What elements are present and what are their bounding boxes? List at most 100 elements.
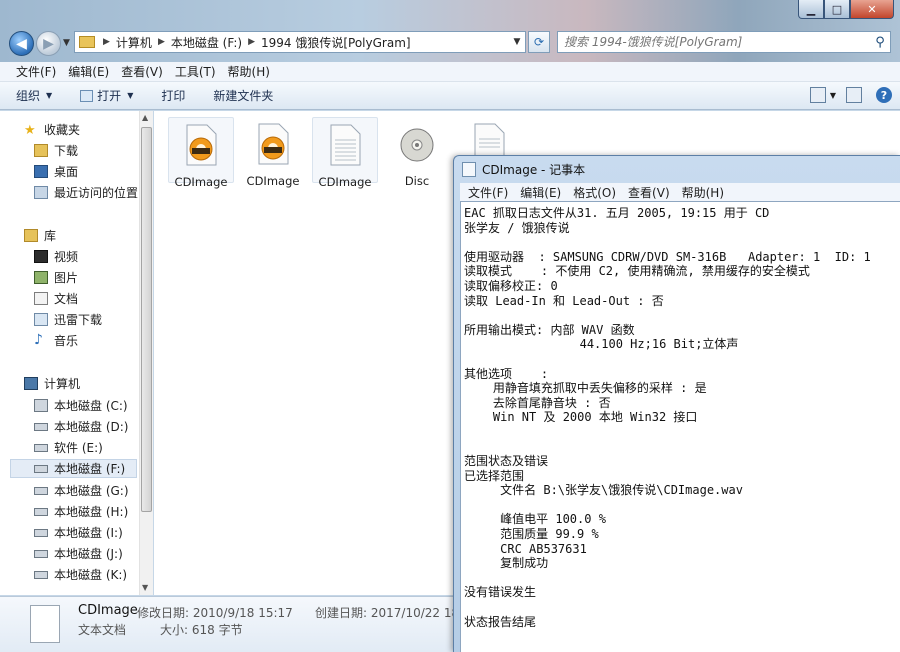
nav-item-label: 本地磁盘 (D:) bbox=[54, 420, 129, 434]
notepad-title: CDImage - 记事本 bbox=[482, 163, 586, 177]
maximize-button[interactable]: □ bbox=[824, 0, 850, 19]
scrollbar-thumb[interactable] bbox=[141, 127, 152, 512]
open-button[interactable]: 打开 ▼ bbox=[80, 87, 133, 104]
file-item[interactable]: CDImage bbox=[240, 117, 306, 188]
nav-item-pictures[interactable]: 图片 bbox=[34, 268, 152, 287]
change-view-icon[interactable] bbox=[809, 87, 826, 103]
notepad-icon bbox=[462, 162, 476, 177]
star-icon: ★ bbox=[24, 123, 36, 138]
text-file-icon bbox=[330, 124, 361, 166]
menu-edit[interactable]: 编辑(E) bbox=[68, 63, 109, 80]
file-item[interactable]: CDImage bbox=[168, 117, 234, 189]
folder-icon bbox=[34, 313, 48, 326]
breadcrumb-folder[interactable]: 1994 饿狼传说[PolyGram] bbox=[261, 34, 411, 51]
computer-icon bbox=[24, 377, 38, 390]
nav-item-recent[interactable]: 最近访问的位置 bbox=[34, 183, 152, 202]
notepad-menu-edit[interactable]: 编辑(E) bbox=[520, 184, 561, 201]
nav-item-drive-c[interactable]: 本地磁盘 (C:) bbox=[34, 396, 152, 415]
print-button[interactable]: 打印 bbox=[161, 87, 185, 104]
drive-icon bbox=[34, 507, 48, 516]
nav-item-label: 本地磁盘 (G:) bbox=[54, 484, 129, 498]
help-icon[interactable]: ? bbox=[876, 87, 892, 103]
nav-item-drive-j[interactable]: 本地磁盘 (J:) bbox=[34, 544, 152, 563]
notepad-menu-help[interactable]: 帮助(H) bbox=[682, 184, 724, 201]
new-folder-button[interactable]: 新建文件夹 bbox=[213, 87, 273, 104]
chevron-down-icon[interactable]: ▼ bbox=[830, 91, 836, 100]
nav-item-videos[interactable]: 视频 bbox=[34, 247, 152, 266]
nav-item-drive-f[interactable]: 本地磁盘 (F:) bbox=[10, 459, 137, 478]
menu-tools[interactable]: 工具(T) bbox=[175, 63, 216, 80]
preview-pane-icon[interactable] bbox=[846, 87, 862, 103]
nav-favorites[interactable]: ★ 收藏夹 bbox=[24, 120, 152, 139]
nav-item-drive-e[interactable]: 软件 (E:) bbox=[34, 438, 152, 457]
open-label: 打开 bbox=[97, 89, 122, 103]
print-label: 打印 bbox=[161, 89, 186, 103]
menu-view[interactable]: 查看(V) bbox=[121, 63, 163, 80]
search-box[interactable]: ⚲ bbox=[557, 31, 891, 53]
nav-item-label: 音乐 bbox=[54, 334, 79, 348]
nav-item-drive-i[interactable]: 本地磁盘 (I:) bbox=[34, 523, 152, 542]
chevron-down-icon[interactable]: ▼ bbox=[509, 37, 525, 47]
drive-icon bbox=[34, 486, 48, 495]
drive-icon bbox=[34, 464, 48, 473]
nav-item-desktop[interactable]: 桌面 bbox=[34, 162, 152, 181]
recent-pages-dropdown[interactable]: ▼ bbox=[63, 38, 70, 48]
organize-button[interactable]: 组织 ▼ bbox=[16, 87, 52, 104]
nav-item-label: 本地磁盘 (H:) bbox=[54, 505, 129, 519]
file-label: CDImage bbox=[174, 175, 228, 189]
window-controls: ▁ □ ✕ bbox=[798, 0, 894, 19]
nav-libraries[interactable]: 库 bbox=[24, 226, 152, 245]
notepad-menu-view[interactable]: 查看(V) bbox=[628, 184, 670, 201]
nav-item-downloads[interactable]: 下载 bbox=[34, 141, 152, 160]
notepad-menu-format[interactable]: 格式(O) bbox=[573, 184, 616, 201]
forward-button[interactable]: ▶ bbox=[36, 31, 61, 56]
navigation-pane: ★ 收藏夹 下载 桌面 最近访问的位置 库 视频 图片 文档 迅雷下载 ♪ 音乐… bbox=[0, 111, 153, 595]
refresh-button[interactable]: ⟳ bbox=[528, 31, 550, 53]
arrow-right-icon: ▶ bbox=[43, 35, 54, 52]
nav-item-label: 下载 bbox=[54, 144, 79, 158]
details-size: 大小: 618 字节 bbox=[160, 623, 243, 637]
video-icon bbox=[34, 250, 48, 263]
menu-bar: 文件(F) 编辑(E) 查看(V) 工具(T) 帮助(H) bbox=[0, 62, 900, 82]
close-button[interactable]: ✕ bbox=[850, 0, 894, 19]
organize-label: 组织 bbox=[16, 89, 41, 103]
file-item[interactable]: Disc bbox=[384, 117, 450, 188]
nav-item-label: 本地磁盘 (I:) bbox=[54, 526, 123, 540]
nav-item-music[interactable]: ♪ 音乐 bbox=[34, 331, 152, 350]
nav-scrollbar[interactable]: ▲ ▼ bbox=[139, 111, 153, 595]
library-icon bbox=[24, 229, 38, 242]
search-icon[interactable]: ⚲ bbox=[870, 35, 890, 50]
nav-item-label: 最近访问的位置 bbox=[54, 186, 139, 200]
nav-item-drive-d[interactable]: 本地磁盘 (D:) bbox=[34, 417, 152, 436]
nav-computer[interactable]: 计算机 bbox=[24, 374, 152, 393]
search-input[interactable] bbox=[564, 35, 870, 49]
notepad-window[interactable]: CDImage - 记事本 文件(F) 编辑(E) 格式(O) 查看(V) 帮助… bbox=[453, 155, 900, 652]
breadcrumb-computer[interactable]: 计算机 bbox=[116, 34, 152, 51]
chevron-right-icon: ▶ bbox=[248, 37, 255, 47]
address-bar[interactable]: ▶ 计算机 ▶ 本地磁盘 (F:) ▶ 1994 饿狼传说[PolyGram] … bbox=[74, 31, 526, 53]
nav-item-drive-g[interactable]: 本地磁盘 (G:) bbox=[34, 481, 152, 500]
menu-file[interactable]: 文件(F) bbox=[16, 63, 56, 80]
minimize-button[interactable]: ▁ bbox=[798, 0, 824, 19]
back-button[interactable]: ◀ bbox=[9, 31, 34, 56]
details-file-name: CDImage bbox=[78, 603, 138, 618]
notepad-text-area[interactable]: EAC 抓取日志文件从31. 五月 2005, 19:15 用于 CD 张学友 … bbox=[460, 201, 900, 652]
breadcrumb-drive[interactable]: 本地磁盘 (F:) bbox=[171, 34, 242, 51]
nav-item-label: 视频 bbox=[54, 250, 79, 264]
scroll-down-icon[interactable]: ▼ bbox=[142, 583, 148, 592]
nav-item-drive-k[interactable]: 本地磁盘 (K:) bbox=[34, 565, 152, 584]
new-folder-label: 新建文件夹 bbox=[213, 89, 274, 103]
nav-libraries-label: 库 bbox=[44, 229, 57, 243]
notepad-menu-file[interactable]: 文件(F) bbox=[468, 184, 508, 201]
menu-help[interactable]: 帮助(H) bbox=[228, 63, 270, 80]
nav-item-documents[interactable]: 文档 bbox=[34, 289, 152, 308]
drive-icon bbox=[34, 422, 48, 431]
nav-item-thunder-downloads[interactable]: 迅雷下载 bbox=[34, 310, 152, 329]
file-label: Disc bbox=[404, 174, 430, 188]
nav-item-label: 本地磁盘 (J:) bbox=[54, 547, 123, 561]
nav-favorites-label: 收藏夹 bbox=[44, 123, 81, 137]
chevron-down-icon: ▼ bbox=[127, 91, 134, 100]
file-item[interactable]: CDImage bbox=[312, 117, 378, 189]
scroll-up-icon[interactable]: ▲ bbox=[142, 113, 148, 122]
nav-item-drive-h[interactable]: 本地磁盘 (H:) bbox=[34, 502, 152, 521]
